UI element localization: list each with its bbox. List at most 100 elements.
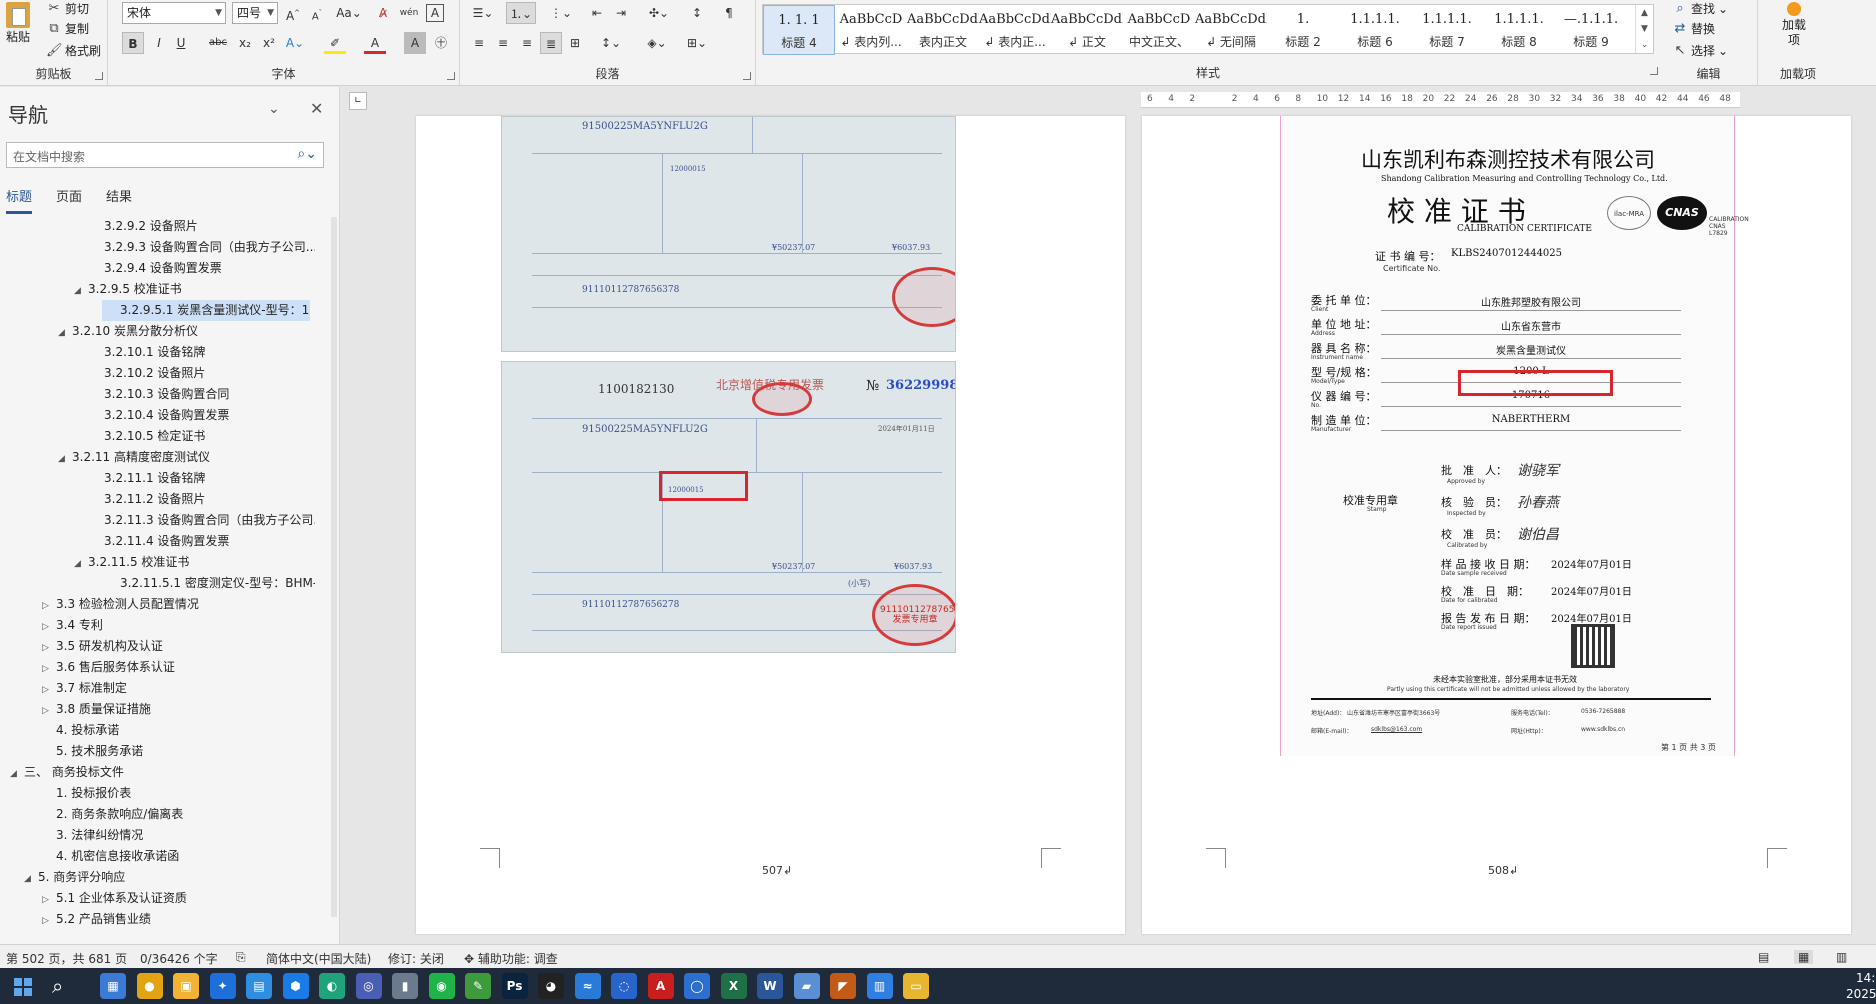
style-item[interactable]: 1. 1. 1 标题 4 xyxy=(763,5,835,55)
nav-heading-item[interactable]: 2. 商务条款响应/偏离表 xyxy=(42,804,315,825)
phonetic-guide-button[interactable]: wén xyxy=(398,2,420,24)
collapsed-triangle-icon[interactable]: ▷ xyxy=(42,680,56,699)
nav-heading-item[interactable]: 3.2.11.3 设备购置合同（由我方子公司... xyxy=(90,510,315,531)
nav-heading-item[interactable]: ▷ 3.7 标准制定 xyxy=(42,678,315,699)
clear-format-icon[interactable]: A̷ xyxy=(372,2,394,24)
style-item[interactable]: AaBbCcDdI ↲ 无间隔 xyxy=(1195,5,1267,55)
nav-heading-item[interactable]: ▷ 5.2 产品销售业绩 xyxy=(42,909,315,930)
expanded-triangle-icon[interactable]: ◢ xyxy=(58,323,72,342)
style-item[interactable]: AaBbCcD 中文正文、 xyxy=(1123,5,1195,55)
edge-icon[interactable]: ◐ xyxy=(319,973,345,999)
proofing-icon[interactable]: ⎘ xyxy=(236,950,246,965)
text-effects-button[interactable]: A⌄ xyxy=(284,32,306,54)
print-layout-icon[interactable]: ▦ xyxy=(1794,950,1814,964)
borders-button[interactable]: ⊞⌄ xyxy=(682,32,712,54)
char-border-button[interactable]: A xyxy=(426,4,444,22)
numbering-button[interactable]: ⒈⌄ xyxy=(506,2,536,24)
align-center-button[interactable]: ≡ xyxy=(492,32,514,54)
multilevel-list-button[interactable]: ⋮⌄ xyxy=(546,2,576,24)
language[interactable]: 简体中文(中国大陆) xyxy=(266,950,371,967)
pen-icon[interactable]: ✎ xyxy=(465,973,491,999)
ps-icon[interactable]: Ps xyxy=(501,973,528,999)
font-size-select[interactable]: 四号 ▼ xyxy=(232,2,278,24)
page-count[interactable]: 第 502 页，共 681 页 xyxy=(6,950,127,967)
expanded-triangle-icon[interactable]: ◢ xyxy=(74,554,88,573)
nav-heading-item[interactable]: ◢ 三、 商务投标文件 xyxy=(10,762,315,783)
enclosed-char-button[interactable]: ㊉ xyxy=(430,32,452,54)
collapsed-triangle-icon[interactable]: ▷ xyxy=(42,638,56,657)
collapsed-triangle-icon[interactable]: ▷ xyxy=(42,701,56,720)
expanded-triangle-icon[interactable]: ◢ xyxy=(24,869,38,888)
nav-heading-item[interactable]: 3.2.11.2 设备照片 xyxy=(90,489,315,510)
nav-heading-item[interactable]: 5. 技术服务承诺 xyxy=(42,741,315,762)
styles-launcher[interactable] xyxy=(1650,67,1658,75)
read-mode-icon[interactable]: ▤ xyxy=(1758,950,1769,964)
nav-heading-item[interactable]: 3.2.10.2 设备照片 xyxy=(90,363,315,384)
sort-button[interactable]: ↕ xyxy=(686,2,708,24)
wps-icon[interactable]: ◤ xyxy=(830,973,856,999)
search-icon[interactable]: ⌕ xyxy=(52,974,63,998)
align-left-button[interactable]: ≡ xyxy=(468,32,490,54)
collapsed-triangle-icon[interactable]: ▷ xyxy=(42,890,56,909)
style-item[interactable]: AaBbCcD ↲ 表内列... xyxy=(835,5,907,55)
nav-heading-item[interactable]: ◢ 3.2.9.5 校准证书 xyxy=(74,279,315,300)
horizontal-ruler[interactable]: 6 4 2 2 4 6 8 10 12 14 16 18 20 22 24 26 28 30 32 34 36 38 40 4… xyxy=(1141,92,1740,108)
nav-heading-item[interactable]: 3. 法律纠纷情况 xyxy=(42,825,315,846)
apps-icon[interactable]: ✦ xyxy=(209,973,236,999)
search2-icon[interactable]: ◌ xyxy=(611,973,637,999)
clock-time[interactable]: 14: xyxy=(1856,971,1875,985)
highlight-button[interactable]: ✐ xyxy=(324,32,346,54)
align-right-button[interactable]: ≡ xyxy=(516,32,538,54)
search-icon[interactable]: ⌕⌄ xyxy=(297,146,317,162)
nav-heading-item[interactable]: 3.2.10.5 检定证书 xyxy=(90,426,315,447)
page-507[interactable]: 91500225MA5YNFLU2G 12000015 ¥50237.07 ¥6… xyxy=(416,116,1125,934)
nav-heading-item[interactable]: ▷ 3.5 研发机构及认证 xyxy=(42,636,315,657)
chinese-layout-button[interactable]: ✣⌄ xyxy=(644,2,674,24)
calc-icon[interactable]: ▦ xyxy=(100,973,126,999)
show-marks-button[interactable]: ¶ xyxy=(718,2,740,24)
shield-icon[interactable]: ⬢ xyxy=(282,973,309,999)
tab-pages[interactable]: 页面 xyxy=(56,186,82,211)
search-input[interactable]: 在文档中搜索 ⌕⌄ xyxy=(6,142,324,168)
accessibility[interactable]: ✥ 辅助功能: 调查 xyxy=(464,950,558,967)
underline-button[interactable]: U xyxy=(170,32,192,54)
nav-heading-item[interactable]: ◢ 3.2.10 炭黑分散分析仪 xyxy=(58,321,315,342)
nav-heading-item[interactable]: 4. 投标承诺 xyxy=(42,720,315,741)
chevron-down-icon[interactable]: ⌄ xyxy=(268,101,280,117)
nav-heading-item[interactable]: 3.2.9.3 设备购置合同（由我方子公司... xyxy=(90,237,315,258)
fish-icon[interactable]: ≈ xyxy=(574,973,601,999)
collapsed-triangle-icon[interactable]: ▷ xyxy=(42,596,56,615)
increase-indent-button[interactable]: ⇥ xyxy=(610,2,632,24)
tab-headings[interactable]: 标题 xyxy=(6,186,33,214)
page-508[interactable]: 山东凯利布森测控技术有限公司 Shandong Calibration Meas… xyxy=(1142,116,1851,934)
nav-heading-item[interactable]: 1. 投标报价表 xyxy=(42,783,315,804)
nav-heading-item[interactable]: 3.2.10.4 设备购置发票 xyxy=(90,405,315,426)
nav-heading-item[interactable]: ◢ 3.2.11.5 校准证书 xyxy=(74,552,315,573)
tablet-icon[interactable]: ▰ xyxy=(793,973,820,999)
style-item[interactable]: 1.1.1.1. 标题 7 xyxy=(1411,5,1483,55)
nav-heading-item[interactable]: ▷ 3.6 售后服务体系认证 xyxy=(42,657,315,678)
nav-scrollbar[interactable] xyxy=(331,217,337,917)
grow-font-button[interactable]: A^ xyxy=(282,2,304,24)
close-icon[interactable]: ✕ xyxy=(310,99,323,118)
nav-heading-item[interactable]: 3.2.11.5.1 密度测定仪-型号：BHM-2 xyxy=(106,573,315,594)
bold-button[interactable]: B xyxy=(122,32,144,54)
browser-icon[interactable]: ◯ xyxy=(684,973,710,999)
tab-results[interactable]: 结果 xyxy=(106,186,132,211)
distributed-button[interactable]: ⊞ xyxy=(564,32,586,54)
line-spacing-button[interactable]: ↕⌄ xyxy=(596,32,626,54)
paste-button[interactable]: 粘贴 xyxy=(6,2,30,45)
shrink-font-button[interactable]: Aˇ xyxy=(306,2,328,24)
nav-heading-item[interactable]: 4. 机密信息接收承诺函 xyxy=(42,846,315,867)
chrome-icon[interactable]: ● xyxy=(136,973,163,999)
collapsed-triangle-icon[interactable]: ▷ xyxy=(42,911,56,930)
nav-heading-item[interactable]: ▷ 3.4 专利 xyxy=(42,615,315,636)
nav-heading-item[interactable]: 3.2.9.2 设备照片 xyxy=(90,216,315,237)
font-name-select[interactable]: 宋体 ▼ xyxy=(122,2,226,24)
nav-heading-item[interactable]: ◢ 5. 商务评分响应 xyxy=(24,867,315,888)
find-button[interactable]: ⌕ 查找 ⌄ xyxy=(1672,0,1728,17)
style-item[interactable]: 1. 标题 2 xyxy=(1267,5,1339,55)
replace-button[interactable]: ⇄ 替换 xyxy=(1672,20,1715,37)
folder-icon[interactable]: ▭ xyxy=(903,973,929,999)
style-item[interactable]: —.1.1.1. 标题 9 xyxy=(1555,5,1627,55)
